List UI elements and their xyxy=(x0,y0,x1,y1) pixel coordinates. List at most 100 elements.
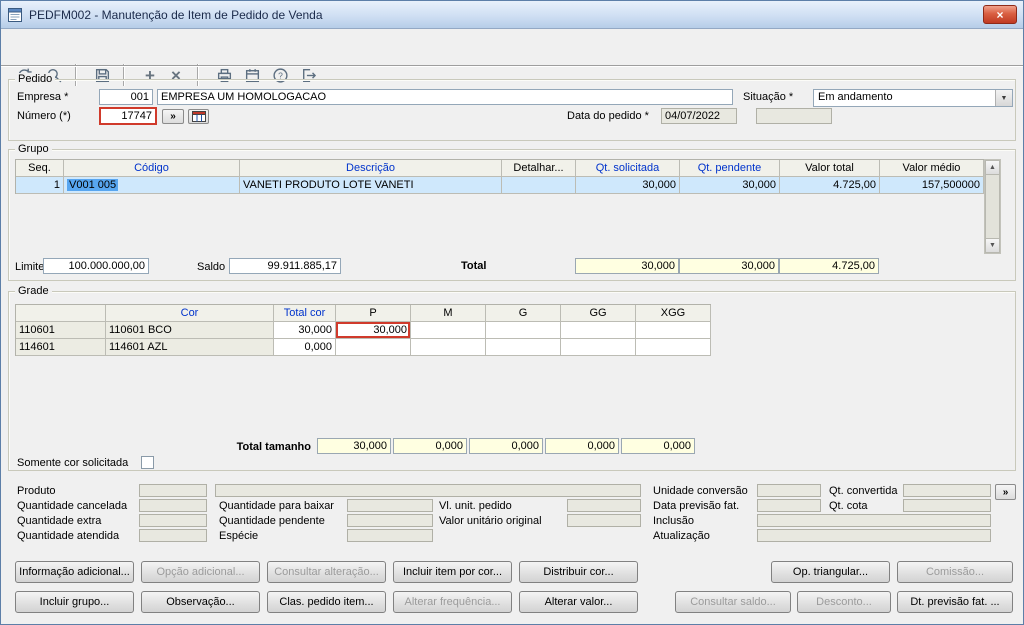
chevron-down-icon[interactable]: ▼ xyxy=(995,90,1012,106)
total-tamanho-p: 30,000 xyxy=(317,438,391,454)
grade-cell-gg[interactable] xyxy=(561,322,636,339)
consultar-saldo-button: Consultar saldo... xyxy=(675,591,791,613)
scroll-down-button[interactable]: ▼ xyxy=(985,238,1000,253)
limite-field[interactable]: 100.000.000,00 xyxy=(43,258,149,274)
grade-row-1[interactable]: 110601 110601 BCO 30,000 30,000 xyxy=(16,322,711,339)
situacao-select[interactable]: Em andamento ▼ xyxy=(813,89,1013,107)
qtd-atendida-field xyxy=(139,529,207,542)
informacao-adicional-button[interactable]: Informação adicional... xyxy=(15,561,134,583)
grade-cell-g[interactable] xyxy=(486,339,561,356)
qtd-atendida-label: Quantidade atendida xyxy=(17,530,120,542)
consultar-alteracao-button: Consultar alteração... xyxy=(267,561,386,583)
qtd-cancelada-field xyxy=(139,499,207,512)
grade-cell-cor: 114601 AZL xyxy=(106,339,274,356)
alterar-frequencia-button: Alterar frequência... xyxy=(393,591,512,613)
numero-label: Número (*) xyxy=(17,110,71,122)
unidade-conversao-label: Unidade conversão xyxy=(653,485,748,497)
qt-convertida-field xyxy=(903,484,991,497)
grade-col-gg: GG xyxy=(561,305,636,322)
qt-cota-label: Qt. cota xyxy=(829,500,868,512)
grade-cell-m[interactable] xyxy=(411,322,486,339)
cell-qt-solicitada: 30,000 xyxy=(576,177,680,194)
somente-cor-checkbox[interactable] xyxy=(141,456,154,469)
vl-unit-pedido-label: Vl. unit. pedido xyxy=(439,500,512,512)
grupo-table-row[interactable]: 1 V001 005 VANETI PRODUTO LOTE VANETI 30… xyxy=(16,177,984,194)
distribuir-cor-button[interactable]: Distribuir cor... xyxy=(519,561,638,583)
total-tamanho-m: 0,000 xyxy=(393,438,467,454)
toolbar: + × ? xyxy=(1,29,1023,86)
data-previsao-field xyxy=(757,499,821,512)
situacao-extra-field xyxy=(756,108,832,124)
col-header-descricao[interactable]: Descrição xyxy=(240,160,502,177)
grade-cell-p[interactable]: 30,000 xyxy=(336,322,411,339)
grade-cell-total-cor: 0,000 xyxy=(274,339,336,356)
total-tamanho-g: 0,000 xyxy=(469,438,543,454)
grade-row-2[interactable]: 114601 114601 AZL 0,000 xyxy=(16,339,711,356)
cell-codigo[interactable]: V001 005 xyxy=(64,177,240,194)
total-qt-solicitada-field: 30,000 xyxy=(575,258,679,274)
numero-grid-button[interactable] xyxy=(188,109,209,124)
comissao-button: Comissão... xyxy=(897,561,1013,583)
grade-cell-xgg[interactable] xyxy=(636,322,711,339)
situacao-label: Situação * xyxy=(743,91,794,103)
dt-previsao-fat-button[interactable]: Dt. previsão fat. ... xyxy=(897,591,1013,613)
col-header-seq: Seq. xyxy=(16,160,64,177)
grade-col-m: M xyxy=(411,305,486,322)
cell-valor-total: 4.725,00 xyxy=(780,177,880,194)
incluir-item-por-cor-button[interactable]: Incluir item por cor... xyxy=(393,561,512,583)
desconto-button: Desconto... xyxy=(797,591,891,613)
grade-cell-m[interactable] xyxy=(411,339,486,356)
qtd-para-baixar-label: Quantidade para baixar xyxy=(219,500,334,512)
cell-detalhar[interactable] xyxy=(502,177,576,194)
col-header-valor-medio: Valor médio xyxy=(880,160,984,177)
qt-convertida-label: Qt. convertida xyxy=(829,485,898,497)
produto-desc-field xyxy=(215,484,641,497)
somente-cor-label: Somente cor solicitada xyxy=(17,457,129,469)
situacao-value: Em andamento xyxy=(818,91,893,103)
grade-legend: Grade xyxy=(15,285,52,297)
col-header-qt-solicitada[interactable]: Qt. solicitada xyxy=(576,160,680,177)
grade-cell-gg[interactable] xyxy=(561,339,636,356)
clas-pedido-item-button[interactable]: Clas. pedido item... xyxy=(267,591,386,613)
empresa-name-field[interactable]: EMPRESA UM HOMOLOGACAO xyxy=(157,89,733,105)
unidade-conversao-field xyxy=(757,484,821,497)
col-header-qt-pendente[interactable]: Qt. pendente xyxy=(680,160,780,177)
valor-unitario-original-field xyxy=(567,514,641,527)
grade-cell-p[interactable] xyxy=(336,339,411,356)
numero-expand-button[interactable]: » xyxy=(162,109,184,124)
incluir-grupo-button[interactable]: Incluir grupo... xyxy=(15,591,134,613)
grade-col-cor[interactable]: Cor xyxy=(106,305,274,322)
data-pedido-label: Data do pedido * xyxy=(567,110,649,122)
scroll-up-button[interactable]: ▲ xyxy=(985,160,1000,175)
close-button[interactable]: × xyxy=(983,5,1017,24)
toolbar-divider xyxy=(1,65,1023,67)
qt-cota-field xyxy=(903,499,991,512)
saldo-field[interactable]: 99.911.885,17 xyxy=(229,258,341,274)
grade-cell-codigo: 114601 xyxy=(16,339,106,356)
grade-cell-total-cor: 30,000 xyxy=(274,322,336,339)
grade-col-total-cor[interactable]: Total cor xyxy=(274,305,336,322)
detalhes-expand-button[interactable]: » xyxy=(995,484,1016,500)
alterar-valor-button[interactable]: Alterar valor... xyxy=(519,591,638,613)
cell-qt-pendente: 30,000 xyxy=(680,177,780,194)
cell-descricao: VANETI PRODUTO LOTE VANETI xyxy=(240,177,502,194)
empresa-code-field[interactable]: 001 xyxy=(99,89,153,105)
grade-cell-codigo: 110601 xyxy=(16,322,106,339)
grade-cell-xgg[interactable] xyxy=(636,339,711,356)
grade-col-p: P xyxy=(336,305,411,322)
grupo-scrollbar[interactable]: ▲ ▼ xyxy=(984,159,1001,254)
opcao-adicional-button: Opção adicional... xyxy=(141,561,260,583)
grade-cell-g[interactable] xyxy=(486,322,561,339)
col-header-codigo[interactable]: Código xyxy=(64,160,240,177)
cell-valor-medio: 157,500000 xyxy=(880,177,984,194)
total-tamanho-gg: 0,000 xyxy=(545,438,619,454)
scrollbar-thumb[interactable] xyxy=(985,175,1000,238)
numero-field[interactable]: 17747 xyxy=(99,107,157,125)
col-header-detalhar: Detalhar... xyxy=(502,160,576,177)
total-tamanho-xgg: 0,000 xyxy=(621,438,695,454)
inclusao-field xyxy=(757,514,991,527)
produto-code-field xyxy=(139,484,207,497)
total-qt-pendente-field: 30,000 xyxy=(679,258,779,274)
observacao-button[interactable]: Observação... xyxy=(141,591,260,613)
op-triangular-button[interactable]: Op. triangular... xyxy=(771,561,890,583)
